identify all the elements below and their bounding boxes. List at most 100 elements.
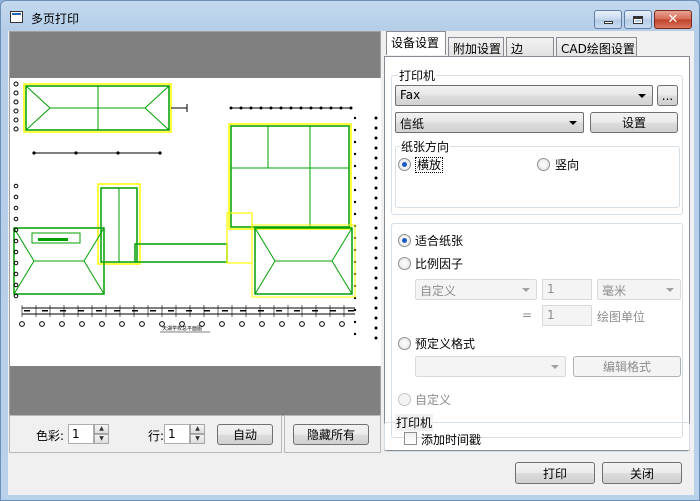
dimension-text-mark	[222, 310, 228, 312]
dimension-node	[374, 136, 378, 140]
fit-paper-label: 适合纸张	[415, 234, 464, 248]
spin-down-icon[interactable]: ▼	[190, 434, 205, 444]
dimension-node	[269, 106, 273, 110]
scale-preset-select[interactable]: 自定义	[415, 279, 537, 300]
axis-marker	[59, 321, 65, 327]
building-line	[254, 227, 276, 262]
add-timestamp-checkbox[interactable]	[404, 432, 417, 445]
custom-radio[interactable]	[398, 393, 411, 406]
dimension-node	[374, 326, 378, 330]
dimension-node	[229, 106, 233, 110]
axis-marker	[299, 321, 305, 327]
row-input[interactable]: 1	[164, 424, 190, 444]
hide-all-button[interactable]: 隐藏所有	[293, 424, 369, 445]
tab-device-settings[interactable]: 设备设置	[386, 31, 446, 55]
minimize-icon	[603, 21, 613, 24]
tab-cad-settings[interactable]: CAD绘图设置	[556, 37, 637, 57]
dimension-node	[374, 166, 378, 170]
landscape-radio[interactable]	[398, 158, 411, 171]
dimension-text-mark	[60, 310, 66, 312]
window-title: 多页打印	[31, 12, 80, 26]
building-line	[13, 227, 35, 262]
dimension-node	[353, 188, 357, 192]
building-line	[144, 85, 170, 109]
portrait-radio[interactable]	[537, 158, 550, 171]
axis-marker	[279, 321, 285, 327]
spin-down-icon[interactable]: ▼	[94, 434, 109, 444]
printer-group-label: 打印机	[398, 67, 437, 84]
dimension-node	[374, 146, 378, 150]
dimension-text-mark	[96, 310, 102, 312]
dimension-text-mark	[24, 310, 30, 312]
dimension-node	[353, 152, 357, 156]
maximize-button[interactable]	[624, 10, 652, 29]
row-spinner[interactable]: ▲ ▼	[190, 424, 205, 444]
color-input[interactable]: 1	[68, 424, 94, 444]
axis-marker	[13, 117, 19, 123]
axis-marker	[13, 126, 19, 132]
predefined-format-select[interactable]	[415, 356, 566, 377]
axis-marker	[139, 321, 145, 327]
printer-more-button[interactable]: ...	[657, 85, 678, 106]
dimension-text-mark	[78, 310, 84, 312]
axis-marker	[13, 205, 19, 211]
printer-select[interactable]: Fax	[395, 85, 653, 106]
print-dialog-window: 多页打印 ✕ 天湖学校总平面图 色彩: 1 ▲ ▼ 行: 1 ▲ ▼ 自动 隐藏…	[0, 0, 700, 501]
dimension-text-mark	[186, 310, 192, 312]
dimension-node	[74, 151, 78, 155]
axis-marker	[119, 321, 125, 327]
axis-marker	[13, 81, 19, 87]
maximize-icon	[633, 15, 643, 24]
edit-format-button[interactable]: 编辑格式	[573, 356, 681, 377]
tab-additional-settings[interactable]: 附加设置	[448, 37, 504, 57]
axis-marker	[13, 183, 19, 189]
drawing-units-input[interactable]: 1	[542, 305, 592, 326]
dimension-node	[374, 126, 378, 130]
dimension-text-mark	[294, 310, 300, 312]
dimension-node	[309, 106, 313, 110]
hide-all-panel: 隐藏所有	[284, 415, 381, 453]
dimension-node	[374, 336, 378, 340]
print-preview[interactable]: 天湖学校总平面图	[9, 31, 381, 416]
axis-marker	[19, 321, 25, 327]
dimension-node	[259, 106, 263, 110]
dimension-text-mark	[114, 310, 120, 312]
title-bar: 多页打印 ✕	[1, 1, 699, 31]
spin-up-icon[interactable]: ▲	[190, 424, 205, 434]
auto-button[interactable]: 自动	[217, 424, 273, 445]
building-outline	[230, 125, 350, 228]
fit-paper-radio[interactable]	[398, 234, 411, 247]
dimension-text-mark	[348, 310, 354, 312]
cad-drawing-preview: 天湖学校总平面图	[13, 81, 378, 340]
scale-factor-radio[interactable]	[398, 257, 411, 270]
add-timestamp-label: 添加时间戳	[421, 433, 482, 447]
building-line	[13, 260, 35, 295]
orientation-group-label: 纸张方向	[400, 138, 451, 155]
dimension-node	[158, 151, 162, 155]
axis-marker	[13, 216, 19, 222]
printer-settings-button[interactable]: 设置	[590, 112, 678, 133]
predefined-format-label: 预定义格式	[415, 337, 476, 351]
dimension-node	[249, 106, 253, 110]
close-window-button[interactable]: ✕	[654, 10, 692, 29]
scale-value-input[interactable]: 1	[542, 279, 592, 300]
dimension-node	[239, 106, 243, 110]
building-line	[331, 227, 353, 262]
building-line	[254, 260, 276, 295]
color-spinner[interactable]: ▲ ▼	[94, 424, 109, 444]
dimension-node	[374, 266, 378, 270]
print-button[interactable]: 打印	[515, 462, 595, 484]
bottom-printer-label: 打印机	[395, 414, 434, 431]
spin-up-icon[interactable]: ▲	[94, 424, 109, 434]
scale-unit-select[interactable]: 毫米	[597, 279, 681, 300]
dimension-node	[374, 116, 378, 120]
minimize-button[interactable]	[594, 10, 622, 29]
row-label: 行:	[148, 429, 165, 443]
axis-marker	[13, 194, 19, 200]
portrait-label: 竖向	[555, 158, 580, 172]
close-button[interactable]: 关闭	[602, 462, 682, 484]
predefined-format-radio[interactable]	[398, 337, 411, 350]
dimension-node	[353, 308, 357, 312]
tab-margins[interactable]: 边	[506, 37, 554, 57]
paper-size-select[interactable]: 信纸	[395, 112, 584, 133]
